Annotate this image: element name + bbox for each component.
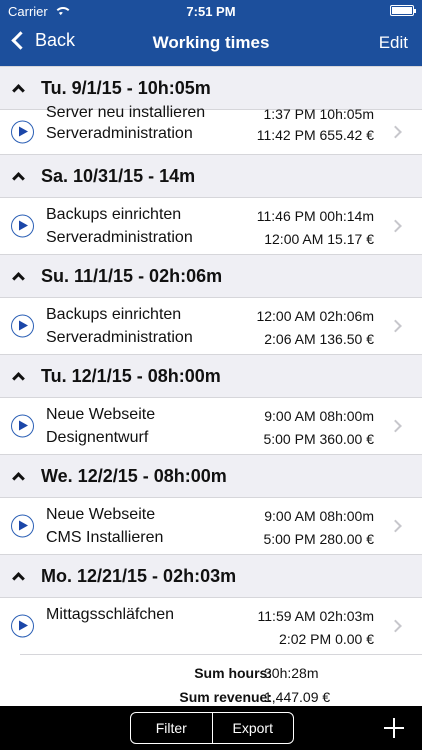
section-title: Sa. 10/31/15 - 14m bbox=[41, 165, 196, 186]
task-name: Mittagsschläfchen bbox=[46, 606, 175, 623]
section-title: Mo. 12/21/15 - 02h:03m bbox=[41, 565, 237, 586]
end-revenue: 5:00 PM 360.00 € bbox=[263, 431, 374, 447]
status-bar: Carrier 7:51 PM bbox=[0, 0, 422, 22]
list-item[interactable]: Neue Webseite Designentwurf 9:00 AM 08h:… bbox=[0, 398, 422, 454]
edit-button[interactable]: Edit bbox=[379, 33, 408, 53]
play-icon[interactable] bbox=[11, 614, 34, 638]
bottom-toolbar: Filter Export bbox=[0, 706, 422, 750]
project-name: Serveradministration bbox=[46, 229, 193, 246]
start-duration: 12:00 AM 02h:06m bbox=[256, 308, 374, 324]
section-header[interactable]: Sa. 10/31/15 - 14m bbox=[0, 154, 422, 198]
sum-revenue-label: Sum revenue: bbox=[179, 689, 272, 705]
collapse-caret-icon bbox=[12, 172, 25, 185]
add-icon[interactable] bbox=[384, 718, 404, 738]
sum-hours-value: 30h:28m bbox=[264, 665, 319, 681]
page-title: Working times bbox=[152, 33, 270, 52]
list-item[interactable]: Mittagsschläfchen 11:59 AM 02h:03m 2:02 … bbox=[0, 598, 422, 654]
end-revenue: 5:00 PM 280.00 € bbox=[263, 531, 374, 547]
list-item[interactable]: Backups einrichten Serveradministration … bbox=[0, 198, 422, 254]
section-title: Tu. 12/1/15 - 08h:00m bbox=[41, 365, 221, 386]
navigation-bar: Back Working times Edit bbox=[0, 22, 422, 66]
chevron-right-icon bbox=[389, 319, 402, 333]
collapse-caret-icon bbox=[12, 572, 25, 585]
section-title: Tu. 9/1/15 - 10h:05m bbox=[41, 77, 211, 98]
battery-icon bbox=[390, 5, 416, 16]
section-title: We. 12/2/15 - 08h:00m bbox=[41, 465, 227, 486]
task-name: Neue Webseite bbox=[46, 406, 156, 423]
start-duration: 11:46 PM 00h:14m bbox=[256, 208, 374, 224]
status-time: 7:51 PM bbox=[186, 4, 236, 19]
chevron-right-icon bbox=[389, 419, 402, 433]
task-name: Neue Webseite bbox=[46, 506, 156, 523]
end-revenue: 12:00 AM 15.17 € bbox=[264, 231, 374, 247]
start-duration: 11:59 AM 02h:03m bbox=[257, 608, 374, 624]
top-bar: Carrier 7:51 PM Back Working times Edit bbox=[0, 0, 422, 66]
chevron-right-icon bbox=[389, 219, 402, 233]
working-times-list[interactable]: Tu. 9/1/15 - 10h:05m Server neu installi… bbox=[0, 66, 422, 706]
play-icon[interactable] bbox=[11, 120, 34, 144]
summary: Sum hours: 30h:28m Sum revenue: 1,447.09… bbox=[20, 654, 422, 706]
start-duration: 1:37 PM 10h:05m bbox=[263, 106, 374, 122]
project-name: CMS Installieren bbox=[46, 529, 164, 546]
section-header[interactable]: Mo. 12/21/15 - 02h:03m bbox=[0, 554, 422, 598]
project-name: Designentwurf bbox=[46, 429, 149, 446]
list-item[interactable]: Neue Webseite CMS Installieren 9:00 AM 0… bbox=[0, 498, 422, 554]
list-item[interactable]: Backups einrichten Serveradministration … bbox=[0, 298, 422, 354]
start-duration: 9:00 AM 08h:00m bbox=[264, 408, 374, 424]
list-item[interactable]: Server neu installieren Serveradministra… bbox=[0, 104, 422, 154]
section-title: Su. 11/1/15 - 02h:06m bbox=[41, 265, 223, 286]
end-revenue: 11:42 PM 655.42 € bbox=[256, 127, 374, 143]
task-name: Server neu installieren bbox=[46, 104, 206, 121]
filter-export-segmented-control: Filter Export bbox=[130, 712, 294, 744]
collapse-caret-icon bbox=[12, 472, 25, 485]
chevron-right-icon bbox=[389, 125, 402, 139]
collapse-caret-icon bbox=[12, 272, 25, 285]
collapse-caret-icon bbox=[12, 84, 25, 97]
export-button[interactable]: Export bbox=[211, 713, 294, 743]
play-icon[interactable] bbox=[11, 214, 34, 238]
task-name: Backups einrichten bbox=[46, 306, 182, 323]
play-icon[interactable] bbox=[11, 314, 34, 338]
sum-revenue-value: 1,447.09 € bbox=[264, 689, 331, 705]
section-header[interactable]: Tu. 12/1/15 - 08h:00m bbox=[0, 354, 422, 398]
end-revenue: 2:06 AM 136.50 € bbox=[264, 331, 374, 347]
sum-hours-label: Sum hours: bbox=[194, 665, 272, 681]
task-name: Backups einrichten bbox=[46, 206, 182, 223]
chevron-right-icon bbox=[389, 619, 402, 633]
section-header[interactable]: We. 12/2/15 - 08h:00m bbox=[0, 454, 422, 498]
collapse-caret-icon bbox=[12, 372, 25, 385]
section-header[interactable]: Su. 11/1/15 - 02h:06m bbox=[0, 254, 422, 298]
chevron-right-icon bbox=[389, 519, 402, 533]
project-name: Serveradministration bbox=[46, 329, 193, 346]
project-name: Serveradministration bbox=[46, 125, 193, 142]
play-icon[interactable] bbox=[11, 414, 34, 438]
play-icon[interactable] bbox=[11, 514, 34, 538]
start-duration: 9:00 AM 08h:00m bbox=[264, 508, 374, 524]
end-revenue: 2:02 PM 0.00 € bbox=[279, 631, 374, 647]
filter-button[interactable]: Filter bbox=[131, 713, 212, 743]
